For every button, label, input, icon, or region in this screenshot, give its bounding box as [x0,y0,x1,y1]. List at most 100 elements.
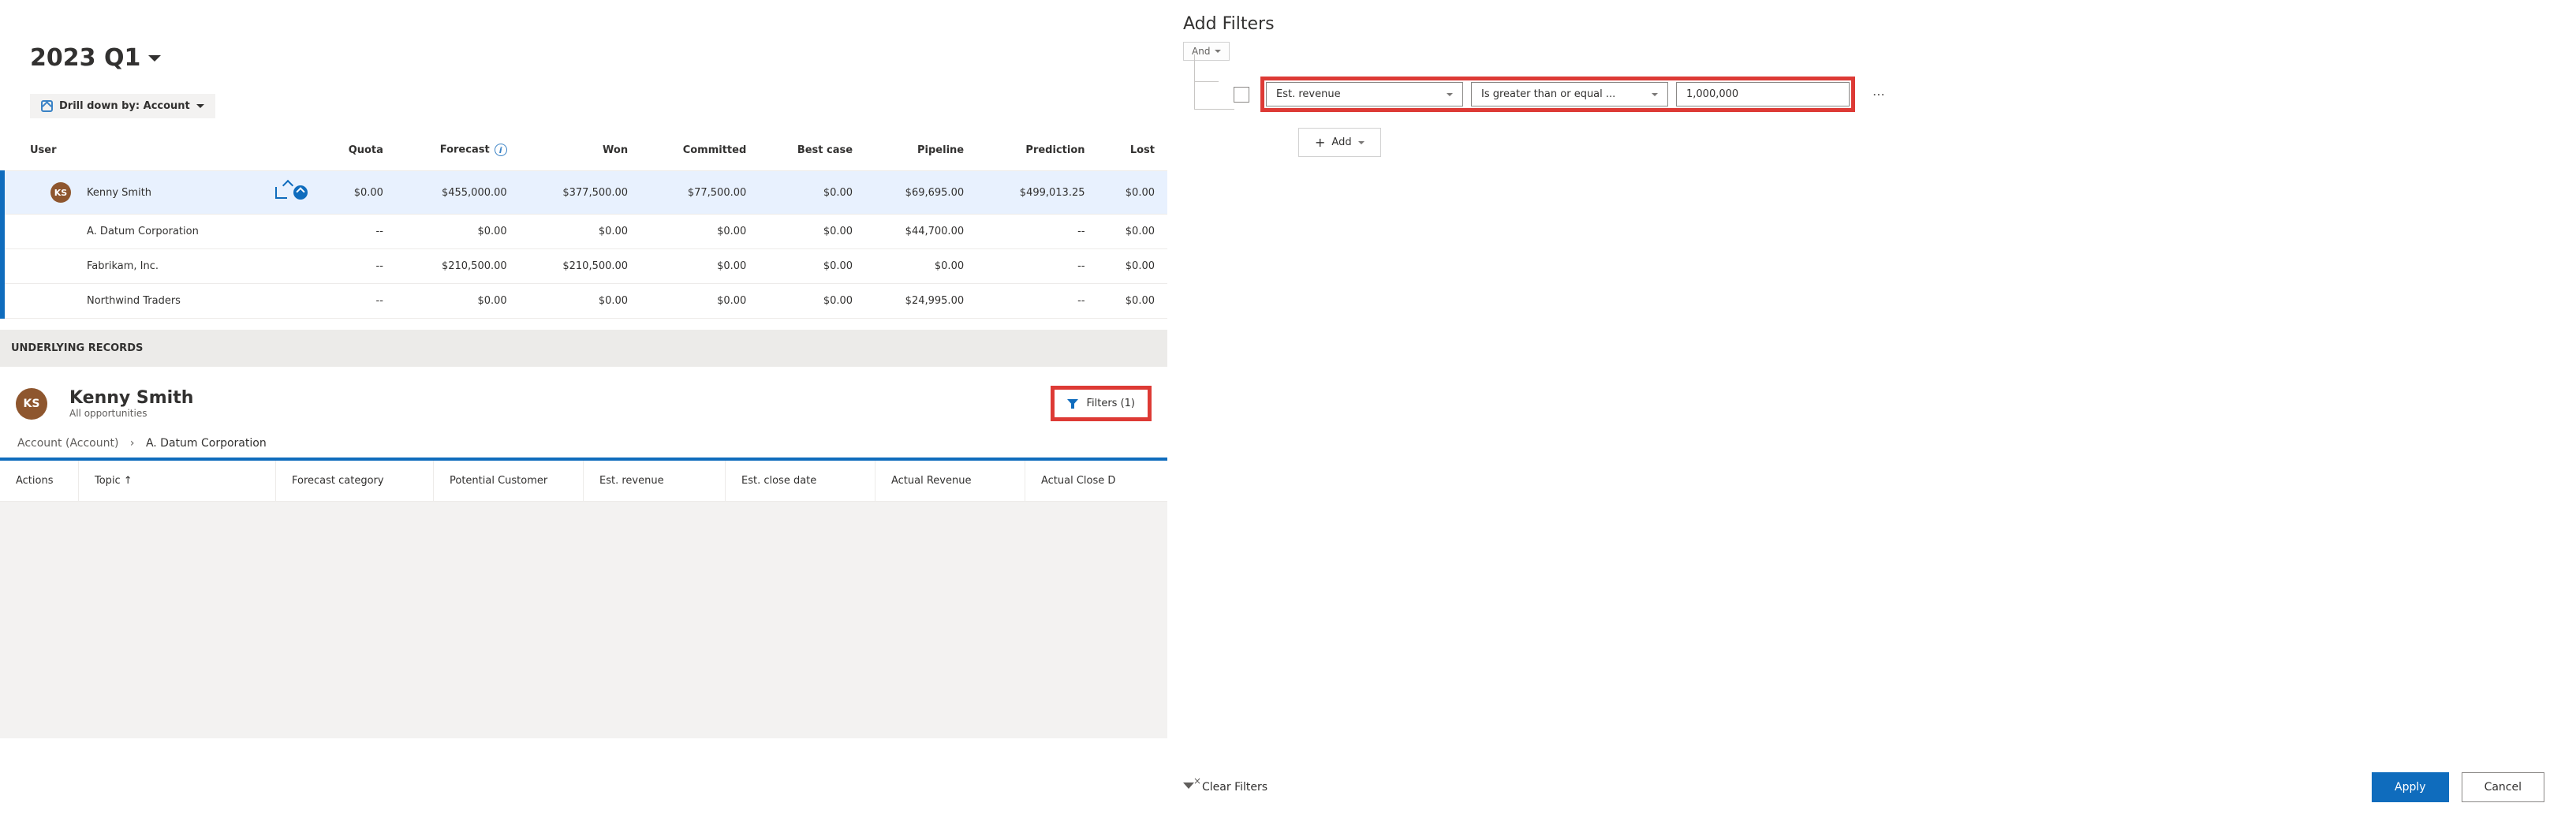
cell-committed: $0.00 [636,249,754,284]
cell-forecast: $0.00 [391,215,515,249]
avatar: KS [50,182,71,203]
col-fcat[interactable]: Forecast category [276,461,434,501]
row-name: Fabrikam, Inc. [87,260,159,272]
cancel-button[interactable]: Cancel [2462,772,2544,802]
cell-pipeline: $69,695.00 [861,171,972,215]
share-icon[interactable] [275,187,287,199]
col-pcust[interactable]: Potential Customer [434,461,584,501]
clear-filter-icon [1183,783,1194,792]
cell-committed: $0.00 [636,215,754,249]
filter-operator-select[interactable]: Is greater than or equal ... [1471,82,1668,106]
cell-lost: $0.00 [1093,171,1167,215]
chevron-down-icon [1447,93,1453,96]
breadcrumb: Account (Account) › A. Datum Corporation [0,429,1167,461]
col-bestcase[interactable]: Best case [754,133,861,171]
col-adate[interactable]: Actual Close D [1025,461,1167,501]
filter-condition-highlight: Est. revenue Is greater than or equal ..… [1260,77,1855,112]
underlying-records-header: UNDERLYING RECORDS [0,330,1167,367]
tree-connector [1194,54,1234,110]
drilldown-label: Drill down by: Account [59,100,190,112]
avatar: KS [16,388,47,420]
period-label: 2023 Q1 [30,44,140,72]
cell-bestcase: $0.00 [754,284,861,319]
filter-value-input[interactable]: 1,000,000 [1676,82,1850,106]
col-committed[interactable]: Committed [636,133,754,171]
col-user[interactable]: User [0,133,315,171]
col-edate[interactable]: Est. close date [726,461,875,501]
cell-committed: $0.00 [636,284,754,319]
user-detail-sub: All opportunities [69,408,193,419]
cell-won: $210,500.00 [515,249,636,284]
user-detail-name: Kenny Smith [69,388,193,408]
filters-button[interactable]: Filters (1) [1051,386,1152,421]
info-icon[interactable]: i [495,144,507,156]
col-topic[interactable]: Topic↑ [79,461,276,501]
filter-field-select[interactable]: Est. revenue [1266,82,1463,106]
cell-quota: -- [315,215,391,249]
drilldown-button[interactable]: Drill down by: Account [30,94,215,118]
breadcrumb-parent[interactable]: Account (Account) [17,437,118,450]
row-name: Northwind Traders [87,295,181,307]
col-won[interactable]: Won [515,133,636,171]
breadcrumb-sep: › [130,437,135,450]
target-icon [41,100,53,112]
table-row[interactable]: A. Datum Corporation--$0.00$0.00$0.00$0.… [0,215,1167,249]
cell-pipeline: $44,700.00 [861,215,972,249]
cell-won: $0.00 [515,284,636,319]
cell-lost: $0.00 [1093,284,1167,319]
table-row[interactable]: Northwind Traders--$0.00$0.00$0.00$0.00$… [0,284,1167,319]
cell-quota: $0.00 [315,171,391,215]
sort-asc-icon: ↑ [124,475,133,487]
clear-filters[interactable]: Clear Filters [1183,781,1267,794]
cell-forecast: $0.00 [391,284,515,319]
forecast-table: User Quota Forecasti Won Committed Best … [0,133,1167,319]
cell-won: $0.00 [515,215,636,249]
chevron-down-icon [1215,50,1221,53]
table-row[interactable]: KSKenny Smith$0.00$455,000.00$377,500.00… [0,171,1167,215]
cell-pipeline: $24,995.00 [861,284,972,319]
col-forecast[interactable]: Forecasti [391,133,515,171]
cell-quota: -- [315,249,391,284]
cell-bestcase: $0.00 [754,171,861,215]
plus-icon: + [1315,135,1325,150]
col-lost[interactable]: Lost [1093,133,1167,171]
chevron-down-icon [148,55,161,62]
col-arev[interactable]: Actual Revenue [875,461,1025,501]
cell-forecast: $455,000.00 [391,171,515,215]
row-name: Kenny Smith [87,187,151,199]
filter-icon [1067,399,1078,409]
breadcrumb-current: A. Datum Corporation [146,437,267,450]
col-prediction[interactable]: Prediction [972,133,1092,171]
expand-icon[interactable] [293,185,308,200]
cell-prediction: -- [972,249,1092,284]
apply-button[interactable]: Apply [2372,772,2449,802]
cell-bestcase: $0.00 [754,249,861,284]
detail-columns: Actions Topic↑ Forecast category Potenti… [0,461,1167,502]
chevron-down-icon [196,104,204,108]
cell-prediction: $499,013.25 [972,171,1092,215]
cell-pipeline: $0.00 [861,249,972,284]
cell-lost: $0.00 [1093,249,1167,284]
table-row[interactable]: Fabrikam, Inc.--$210,500.00$210,500.00$0… [0,249,1167,284]
add-filter-button[interactable]: + Add [1298,128,1381,157]
more-options[interactable]: ⋯ [1866,87,1891,102]
filter-row-checkbox[interactable] [1234,87,1249,103]
row-name: A. Datum Corporation [87,226,199,237]
cell-committed: $77,500.00 [636,171,754,215]
chevron-down-icon [1652,93,1658,96]
col-pipeline[interactable]: Pipeline [861,133,972,171]
col-erev[interactable]: Est. revenue [584,461,726,501]
cell-forecast: $210,500.00 [391,249,515,284]
cell-lost: $0.00 [1093,215,1167,249]
add-filters-title: Add Filters [1183,0,2560,42]
cell-prediction: -- [972,215,1092,249]
col-actions[interactable]: Actions [0,461,79,501]
cell-won: $377,500.00 [515,171,636,215]
cell-quota: -- [315,284,391,319]
filters-label: Filters (1) [1086,398,1135,409]
cell-bestcase: $0.00 [754,215,861,249]
cell-prediction: -- [972,284,1092,319]
col-quota[interactable]: Quota [315,133,391,171]
chevron-down-icon [1358,141,1365,144]
period-selector[interactable]: 2023 Q1 [0,44,1167,94]
